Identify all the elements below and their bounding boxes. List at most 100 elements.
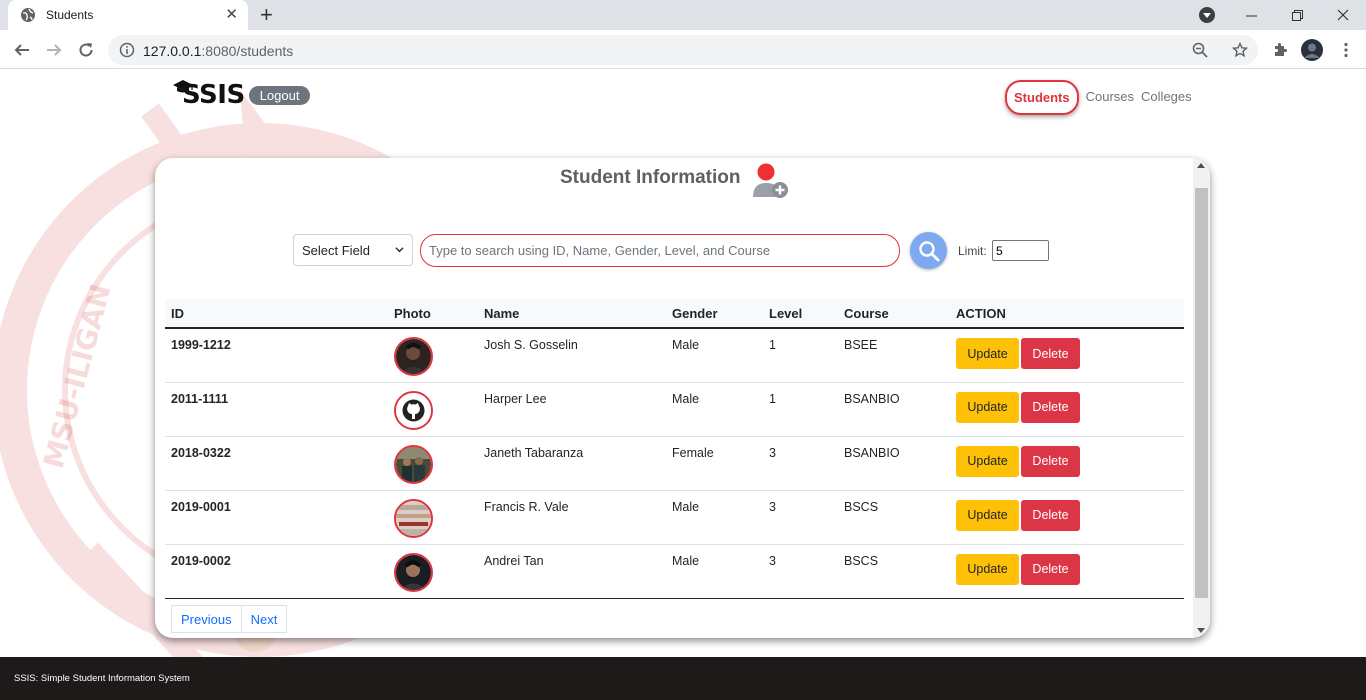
- student-name: Harper Lee: [478, 382, 666, 437]
- update-button[interactable]: Update: [956, 553, 1019, 585]
- close-window-icon[interactable]: [1320, 0, 1366, 30]
- field-select-value: Select Field: [302, 243, 370, 258]
- minimize-icon[interactable]: [1228, 0, 1274, 30]
- student-id: 2019-0002: [165, 544, 388, 599]
- update-button[interactable]: Update: [956, 338, 1019, 369]
- student-id: 1999-1212: [165, 328, 388, 383]
- limit-label: Limit:: [958, 244, 987, 258]
- reload-icon[interactable]: [74, 38, 98, 62]
- tab-search-icon[interactable]: [1199, 7, 1215, 23]
- student-course: BSANBIO: [838, 382, 950, 437]
- delete-button[interactable]: Delete: [1021, 338, 1080, 369]
- student-id: 2019-0001: [165, 490, 388, 545]
- limit-input[interactable]: [992, 240, 1049, 261]
- add-student-icon[interactable]: [751, 161, 791, 201]
- column-header-gender: Gender: [666, 299, 763, 329]
- update-button[interactable]: Update: [956, 391, 1019, 423]
- logout-button[interactable]: Logout: [248, 85, 311, 105]
- delete-button[interactable]: Delete: [1021, 553, 1080, 585]
- chrome-menu-icon[interactable]: [1334, 38, 1358, 62]
- chevron-down-icon: [395, 247, 404, 253]
- github-icon: [396, 392, 431, 428]
- graduation-cap-icon: [173, 80, 193, 93]
- search-icon: [918, 240, 939, 261]
- update-button[interactable]: Update: [956, 499, 1019, 531]
- student-level: 3: [763, 436, 838, 491]
- table-row[interactable]: 2019-0001 Francis R. Vale Male 3 BSCS Up…: [165, 490, 1184, 545]
- tab-title: Students: [46, 8, 94, 22]
- student-course: BSANBIO: [838, 436, 950, 491]
- student-photo: [394, 552, 433, 592]
- student-gender: Male: [666, 544, 763, 599]
- forward-icon[interactable]: [42, 38, 66, 62]
- url-text: 127.0.0.1:8080/students: [143, 43, 294, 59]
- search-button[interactable]: [910, 232, 947, 269]
- search-input[interactable]: [420, 234, 900, 267]
- page-title: Student Information: [560, 167, 741, 188]
- scrollbar-thumb[interactable]: [1195, 188, 1208, 598]
- student-level: 3: [763, 544, 838, 599]
- next-button[interactable]: Next: [241, 605, 288, 633]
- delete-button[interactable]: Delete: [1021, 391, 1080, 423]
- student-photo: [394, 444, 433, 484]
- extensions-icon[interactable]: [1268, 38, 1292, 62]
- back-icon[interactable]: [10, 38, 34, 62]
- column-header-action: ACTION: [950, 299, 1184, 329]
- nav-colleges[interactable]: Colleges: [1141, 89, 1192, 104]
- top-nav: Students Courses Colleges: [1005, 80, 1192, 115]
- column-header-photo: Photo: [388, 299, 478, 329]
- student-level: 1: [763, 382, 838, 437]
- student-level: 1: [763, 328, 838, 383]
- svg-text:MSU-ILIGAN: MSU-ILIGAN: [37, 281, 118, 472]
- nav-courses[interactable]: Courses: [1086, 89, 1134, 104]
- restore-icon[interactable]: [1274, 0, 1320, 30]
- globe-icon: [21, 8, 35, 22]
- tab-close-icon[interactable]: ✕: [225, 7, 238, 23]
- student-photo: [394, 337, 433, 376]
- student-id: 2011-1111: [165, 382, 388, 437]
- field-select[interactable]: Select Field: [293, 234, 413, 266]
- student-id: 2018-0322: [165, 436, 388, 491]
- column-header-level: Level: [763, 299, 838, 329]
- student-gender: Male: [666, 490, 763, 545]
- table-row[interactable]: 2018-0322 Janeth Tabaranza Female 3 BSAN…: [165, 436, 1184, 491]
- table-row[interactable]: 2011-1111 Harper Lee Male 1 BSANBIO Upda…: [165, 382, 1184, 437]
- info-icon[interactable]: [119, 42, 135, 58]
- scroll-down-icon[interactable]: [1197, 628, 1205, 633]
- column-header-name: Name: [478, 299, 666, 329]
- student-name: Janeth Tabaranza: [478, 436, 666, 491]
- brand: SSIS Logout: [173, 80, 311, 110]
- profile-avatar[interactable]: [1300, 38, 1324, 62]
- delete-button[interactable]: Delete: [1021, 445, 1080, 477]
- address-bar[interactable]: 127.0.0.1:8080/students: [108, 35, 1258, 65]
- previous-button[interactable]: Previous: [171, 605, 242, 633]
- new-tab-button[interactable]: +: [260, 4, 273, 26]
- student-name: Francis R. Vale: [478, 490, 666, 545]
- zoom-icon[interactable]: [1192, 42, 1208, 58]
- student-name: Andrei Tan: [478, 544, 666, 599]
- student-level: 3: [763, 490, 838, 545]
- scroll-up-icon[interactable]: [1197, 163, 1205, 168]
- delete-button[interactable]: Delete: [1021, 499, 1080, 531]
- scrollbar[interactable]: [1193, 158, 1210, 638]
- browser-tab[interactable]: Students ✕: [8, 0, 248, 30]
- student-gender: Male: [666, 328, 763, 383]
- student-gender: Male: [666, 382, 763, 437]
- page: MSU-ILIGAN SSIS Logout Students Courses …: [0, 70, 1366, 657]
- pagination: Previous Next: [171, 605, 288, 633]
- table-row[interactable]: 1999-1212 Josh S. Gosselin Male 1 BSEE U…: [165, 328, 1184, 383]
- student-course: BSEE: [838, 328, 950, 383]
- column-header-course: Course: [838, 299, 950, 329]
- student-course: BSCS: [838, 544, 950, 599]
- browser-toolbar: 127.0.0.1:8080/students: [0, 30, 1366, 69]
- student-course: BSCS: [838, 490, 950, 545]
- ssis-logo[interactable]: SSIS: [173, 80, 245, 110]
- bookmark-star-icon[interactable]: [1232, 42, 1248, 58]
- table-row[interactable]: 2019-0002 Andrei Tan Male 3 BSCS Update D…: [165, 544, 1184, 599]
- students-table: ID Photo Name Gender Level Course ACTION…: [165, 299, 1184, 599]
- nav-students[interactable]: Students: [1005, 80, 1079, 115]
- footer: SSIS: Simple Student Information System: [0, 657, 1366, 700]
- footer-text: SSIS: Simple Student Information System: [14, 673, 190, 684]
- update-button[interactable]: Update: [956, 445, 1019, 477]
- student-name: Josh S. Gosselin: [478, 328, 666, 383]
